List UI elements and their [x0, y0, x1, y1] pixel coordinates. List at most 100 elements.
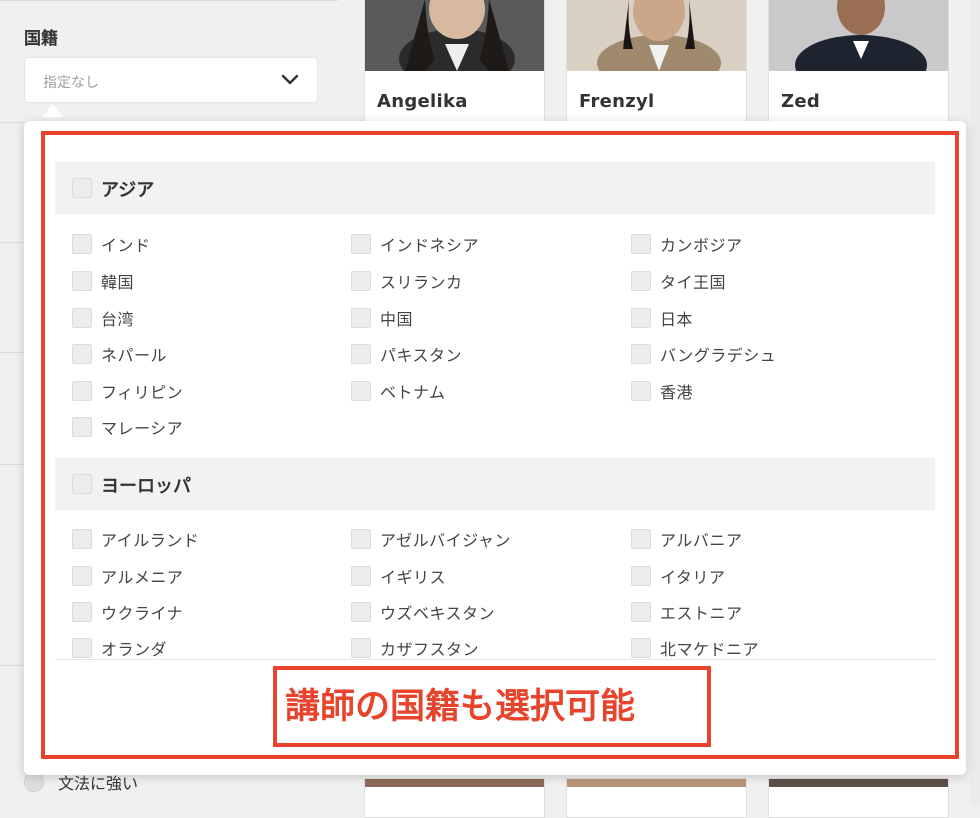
- teacher-card[interactable]: Frenzyl: [566, 0, 747, 128]
- nationality-option[interactable]: カザフスタン: [351, 636, 479, 659]
- option-checkbox[interactable]: [72, 271, 92, 291]
- nationality-option[interactable]: バングラデシュ: [631, 342, 776, 366]
- option-checkbox[interactable]: [351, 234, 371, 254]
- nationality-option[interactable]: インドネシア: [351, 232, 479, 256]
- nationality-option[interactable]: 香港: [631, 379, 693, 403]
- teacher-name: Zed: [781, 91, 821, 112]
- teacher-card[interactable]: [364, 778, 545, 818]
- nationality-option[interactable]: フィリピン: [72, 379, 183, 403]
- annotation-callout: 講師の国籍も選択可能: [273, 666, 711, 747]
- nationality-option[interactable]: マレーシア: [72, 415, 183, 439]
- region-label: ヨーロッパ: [101, 476, 191, 497]
- option-checkbox[interactable]: [351, 602, 371, 622]
- teacher-card[interactable]: [566, 778, 747, 818]
- option-label: パキスタン: [380, 346, 463, 365]
- option-checkbox[interactable]: [72, 638, 92, 658]
- nationality-option[interactable]: オランダ: [72, 636, 167, 659]
- nationality-option[interactable]: インド: [72, 232, 151, 256]
- nationality-list[interactable]: アジア インド インドネシア カンボジア 韓国 スリランカ タイ王国 台湾 中国…: [55, 162, 935, 659]
- option-checkbox[interactable]: [351, 271, 371, 291]
- teacher-card[interactable]: Zed: [768, 0, 949, 128]
- nationality-option[interactable]: 韓国: [72, 269, 134, 293]
- option-label: カザフスタン: [380, 640, 480, 659]
- nationality-select[interactable]: 指定なし: [24, 57, 318, 103]
- region-label: アジア: [101, 180, 155, 201]
- option-checkbox[interactable]: [631, 602, 651, 622]
- nationality-option[interactable]: タイ王国: [631, 269, 726, 293]
- nationality-option[interactable]: アイルランド: [72, 527, 199, 551]
- option-label: アルメニア: [101, 568, 184, 587]
- option-checkbox[interactable]: [631, 381, 651, 401]
- nationality-option[interactable]: スリランカ: [351, 269, 463, 293]
- teacher-photo-image: [567, 0, 746, 71]
- teacher-photo: [769, 779, 948, 787]
- nationality-option[interactable]: アゼルバイジャン: [351, 527, 511, 551]
- option-label: ウクライナ: [101, 604, 184, 623]
- option-checkbox[interactable]: [72, 344, 92, 364]
- option-label: 北マケドニア: [660, 640, 760, 659]
- nationality-option[interactable]: ウズベキスタン: [351, 600, 495, 624]
- nationality-option[interactable]: 台湾: [72, 306, 134, 330]
- teacher-photo-image: [365, 0, 544, 71]
- nationality-label: 国籍: [24, 29, 58, 49]
- region-checkbox[interactable]: [72, 474, 92, 494]
- option-label: 日本: [660, 310, 694, 329]
- option-label: オランダ: [101, 640, 168, 659]
- option-checkbox[interactable]: [72, 566, 92, 586]
- option-checkbox[interactable]: [72, 529, 92, 549]
- teacher-photo: [567, 0, 746, 71]
- option-label: フィリピン: [101, 383, 184, 402]
- option-checkbox[interactable]: [72, 234, 92, 254]
- nationality-option[interactable]: パキスタン: [351, 342, 462, 366]
- option-checkbox[interactable]: [631, 234, 651, 254]
- teacher-card[interactable]: [768, 778, 949, 818]
- option-checkbox[interactable]: [351, 308, 371, 328]
- nationality-option[interactable]: 中国: [351, 306, 413, 330]
- option-checkbox[interactable]: [72, 417, 92, 437]
- option-label: タイ王国: [660, 273, 727, 292]
- option-label: イタリア: [660, 568, 726, 587]
- nationality-select-value: 指定なし: [43, 75, 99, 91]
- nationality-option[interactable]: カンボジア: [631, 232, 743, 256]
- nationality-option[interactable]: ベトナム: [351, 379, 446, 403]
- grammar-filter-radio[interactable]: [24, 772, 44, 792]
- option-label: アゼルバイジャン: [380, 531, 511, 550]
- option-checkbox[interactable]: [631, 529, 651, 549]
- chevron-down-icon: [281, 74, 299, 85]
- region-checkbox[interactable]: [72, 178, 92, 198]
- teacher-photo-image: [769, 0, 948, 71]
- nationality-option[interactable]: エストニア: [631, 600, 743, 624]
- option-checkbox[interactable]: [351, 638, 371, 658]
- option-checkbox[interactable]: [631, 344, 651, 364]
- option-label: ウズベキスタン: [380, 604, 496, 623]
- teacher-photo: [365, 0, 544, 71]
- nationality-option[interactable]: アルメニア: [72, 564, 183, 588]
- teacher-photo: [567, 779, 746, 787]
- option-checkbox[interactable]: [351, 344, 371, 364]
- option-checkbox[interactable]: [351, 529, 371, 549]
- nationality-option[interactable]: ウクライナ: [72, 600, 183, 624]
- nationality-option[interactable]: 北マケドニア: [631, 636, 759, 659]
- page-scroll-edge: [970, 0, 980, 805]
- option-checkbox[interactable]: [631, 308, 651, 328]
- region-header-europe[interactable]: ヨーロッパ: [55, 458, 935, 510]
- nationality-option[interactable]: イタリア: [631, 564, 725, 588]
- option-checkbox[interactable]: [351, 566, 371, 586]
- nationality-option[interactable]: イギリス: [351, 564, 446, 588]
- teacher-photo: [365, 779, 544, 787]
- nationality-option[interactable]: ネパール: [72, 342, 167, 366]
- region-header-asia[interactable]: アジア: [55, 162, 935, 214]
- option-label: 中国: [380, 310, 414, 329]
- option-checkbox[interactable]: [72, 381, 92, 401]
- nationality-option[interactable]: 日本: [631, 306, 693, 330]
- option-checkbox[interactable]: [72, 308, 92, 328]
- teacher-card[interactable]: Angelika: [364, 0, 545, 128]
- option-label: アイルランド: [101, 531, 200, 550]
- option-label: インド: [101, 236, 151, 255]
- nationality-option[interactable]: アルバニア: [631, 527, 742, 551]
- option-checkbox[interactable]: [631, 271, 651, 291]
- option-checkbox[interactable]: [631, 566, 651, 586]
- option-checkbox[interactable]: [72, 602, 92, 622]
- option-checkbox[interactable]: [351, 381, 371, 401]
- option-checkbox[interactable]: [631, 638, 651, 658]
